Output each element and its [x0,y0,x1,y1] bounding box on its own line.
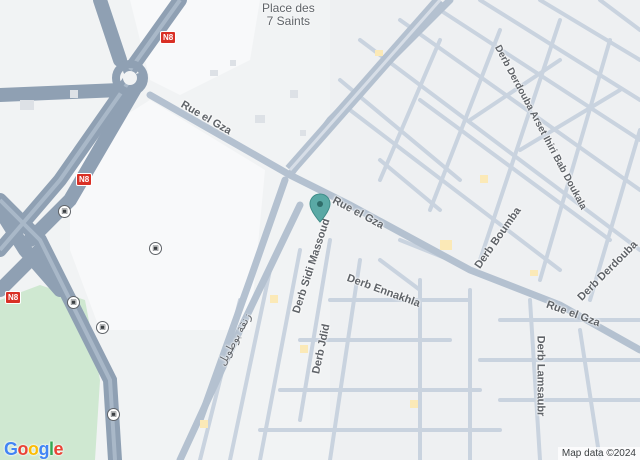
map-attribution[interactable]: Map data ©2024 [557,447,640,460]
bus-stop-icon[interactable]: ▣ [67,296,80,309]
bus-stop-icon[interactable]: ▣ [107,408,120,421]
location-pin-icon[interactable] [309,193,331,223]
route-shield-n8: N8 [160,31,177,44]
place-label: Place des 7 Saints [262,1,315,28]
route-shield-n8: N8 [5,291,22,304]
bus-stop-icon[interactable]: ▣ [96,321,109,334]
street-label-derb-lamsaubr: Derb Lamsaubr [534,335,547,417]
bus-stop-icon[interactable]: ▣ [58,205,71,218]
route-shield-n8: N8 [76,173,93,186]
park-area [0,285,100,460]
bus-stop-icon[interactable]: ▣ [149,242,162,255]
google-logo: Google [4,439,64,459]
